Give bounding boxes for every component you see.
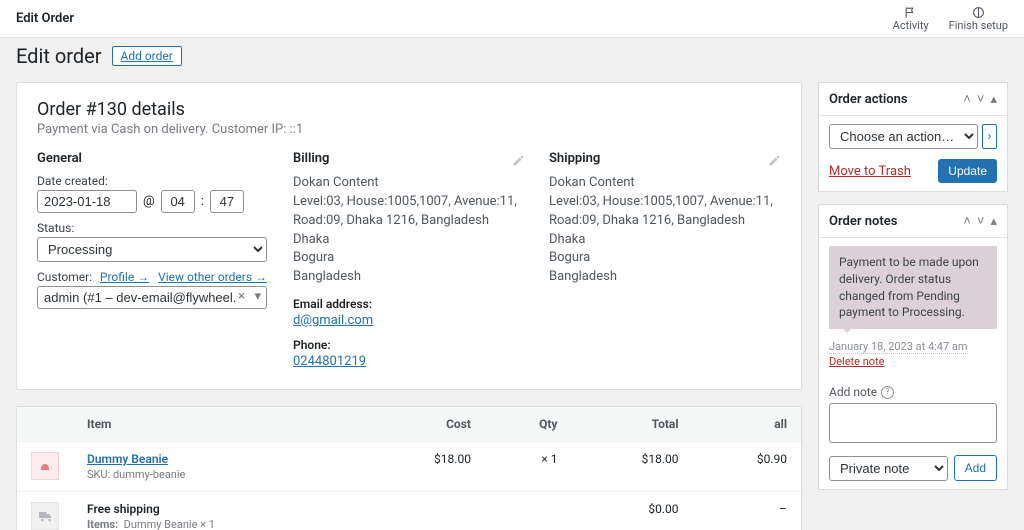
- order-note-date: January 18, 2023 at 4:47 am: [829, 340, 968, 354]
- shipping-line5: Bangladesh: [549, 268, 781, 287]
- at-symbol: @: [143, 194, 155, 209]
- shipping-method: Free shipping: [87, 502, 350, 516]
- shipping-heading: Shipping: [549, 151, 600, 166]
- table-row: Free shipping Items: Dummy Beanie × 1 Ve…: [17, 492, 801, 530]
- colon: :: [201, 194, 204, 209]
- ship-total: $0.00: [571, 492, 692, 530]
- panel-up-icon[interactable]: ˄: [963, 213, 971, 229]
- finish-setup-button[interactable]: Finish setup: [949, 6, 1008, 32]
- view-other-orders-link[interactable]: View other orders →: [158, 270, 267, 284]
- table-row: Dummy Beanie SKU: dummy-beanie $18.00 × …: [17, 442, 801, 492]
- shipping-line2: Level:03, House:1005,1007, Avenue:11, Ro…: [549, 193, 781, 231]
- add-order-button[interactable]: Add order: [112, 46, 182, 66]
- general-heading: General: [37, 151, 269, 166]
- hour-input[interactable]: [161, 190, 195, 213]
- flag-icon: [904, 6, 917, 19]
- beanie-icon: [37, 458, 53, 474]
- billing-name: Dokan Content: [293, 174, 525, 193]
- order-details-title: Order #130 details: [37, 99, 781, 120]
- order-action-select[interactable]: Choose an action…: [829, 124, 978, 149]
- col-item: Item: [73, 407, 364, 442]
- finish-setup-label: Finish setup: [949, 19, 1008, 32]
- order-details-card: Order #130 details Payment via Cash on d…: [16, 82, 802, 390]
- top-title: Edit Order: [16, 11, 74, 26]
- pencil-icon: [768, 154, 781, 167]
- order-actions-heading: Order actions: [829, 92, 908, 107]
- billing-phone-link[interactable]: 0244801219: [293, 354, 366, 369]
- help-icon[interactable]: ?: [881, 386, 894, 399]
- shipping-line3: Dhaka: [549, 231, 781, 250]
- items-label: Items:: [87, 518, 118, 530]
- edit-shipping-icon[interactable]: [768, 154, 781, 171]
- product-name-link[interactable]: Dummy Beanie: [87, 452, 168, 466]
- billing-heading: Billing: [293, 151, 329, 166]
- customer-label: Customer:: [37, 270, 92, 284]
- ship-all: –: [693, 492, 802, 530]
- panel-down-icon[interactable]: ˅: [977, 91, 985, 107]
- billing-email-link[interactable]: d@gmail.com: [293, 313, 373, 328]
- billing-line4: Bogura: [293, 249, 525, 268]
- truck-icon: [37, 508, 53, 524]
- move-to-trash-link[interactable]: Move to Trash: [829, 164, 911, 179]
- product-thumb: [31, 452, 59, 480]
- billing-line2: Level:03, House:1005,1007, Avenue:11, Ro…: [293, 193, 525, 231]
- status-select[interactable]: Processing: [37, 237, 267, 262]
- panel-collapse-icon[interactable]: ▴: [990, 92, 997, 107]
- items-value: Dummy Beanie × 1: [124, 518, 215, 530]
- item-all: $0.90: [693, 442, 802, 492]
- billing-line5: Bangladesh: [293, 268, 525, 287]
- order-notes-heading: Order notes: [829, 214, 897, 229]
- shipping-thumb: [31, 502, 59, 530]
- apply-action-button[interactable]: ›: [982, 124, 997, 149]
- add-note-button[interactable]: Add: [954, 455, 997, 481]
- order-note-content: Payment to be made upon delivery. Order …: [829, 246, 997, 329]
- profile-link[interactable]: Profile →: [100, 270, 149, 284]
- email-label: Email address:: [293, 297, 525, 311]
- panel-collapse-icon[interactable]: ▴: [990, 214, 997, 229]
- order-notes-card: Order notes ˄ ˅ ▴ Payment to be made upo…: [818, 204, 1008, 490]
- billing-line3: Dhaka: [293, 231, 525, 250]
- customer-input[interactable]: [37, 286, 267, 309]
- item-cost: $18.00: [364, 442, 485, 492]
- note-type-select[interactable]: Private note: [829, 456, 948, 481]
- panel-down-icon[interactable]: ˅: [977, 213, 985, 229]
- activity-button[interactable]: Activity: [893, 6, 929, 32]
- col-total: Total: [571, 407, 692, 442]
- add-note-label: Add note: [829, 385, 877, 399]
- shipping-name: Dokan Content: [549, 174, 781, 193]
- panel-up-icon[interactable]: ˄: [963, 91, 971, 107]
- sku-label: SKU:: [87, 468, 110, 481]
- minute-input[interactable]: [210, 190, 244, 213]
- chevron-down-icon[interactable]: ▾: [254, 289, 261, 304]
- status-label: Status:: [37, 221, 269, 235]
- date-created-label: Date created:: [37, 174, 269, 188]
- item-qty: × 1: [485, 442, 572, 492]
- update-button[interactable]: Update: [938, 159, 997, 183]
- add-note-textarea[interactable]: [829, 403, 997, 443]
- phone-label: Phone:: [293, 338, 525, 352]
- clear-customer-icon[interactable]: ×: [238, 289, 245, 304]
- col-all: all: [693, 407, 802, 442]
- shipping-line4: Bogura: [549, 249, 781, 268]
- item-total: $18.00: [571, 442, 692, 492]
- page-title: Edit order: [16, 44, 102, 68]
- delete-note-link[interactable]: Delete note: [829, 355, 885, 368]
- col-qty: Qty: [485, 407, 572, 442]
- edit-billing-icon[interactable]: [512, 154, 525, 171]
- order-details-subtitle: Payment via Cash on delivery. Customer I…: [37, 122, 781, 137]
- date-input[interactable]: [37, 190, 137, 213]
- pencil-icon: [512, 154, 525, 167]
- sku-value: dummy-beanie: [113, 468, 185, 481]
- col-cost: Cost: [364, 407, 485, 442]
- activity-label: Activity: [893, 19, 929, 32]
- order-actions-card: Order actions ˄ ˅ ▴ Choose an action… › …: [818, 82, 1008, 192]
- circle-half-icon: [972, 6, 985, 19]
- order-items-card: Item Cost Qty Total all Dummy Beanie: [16, 406, 802, 530]
